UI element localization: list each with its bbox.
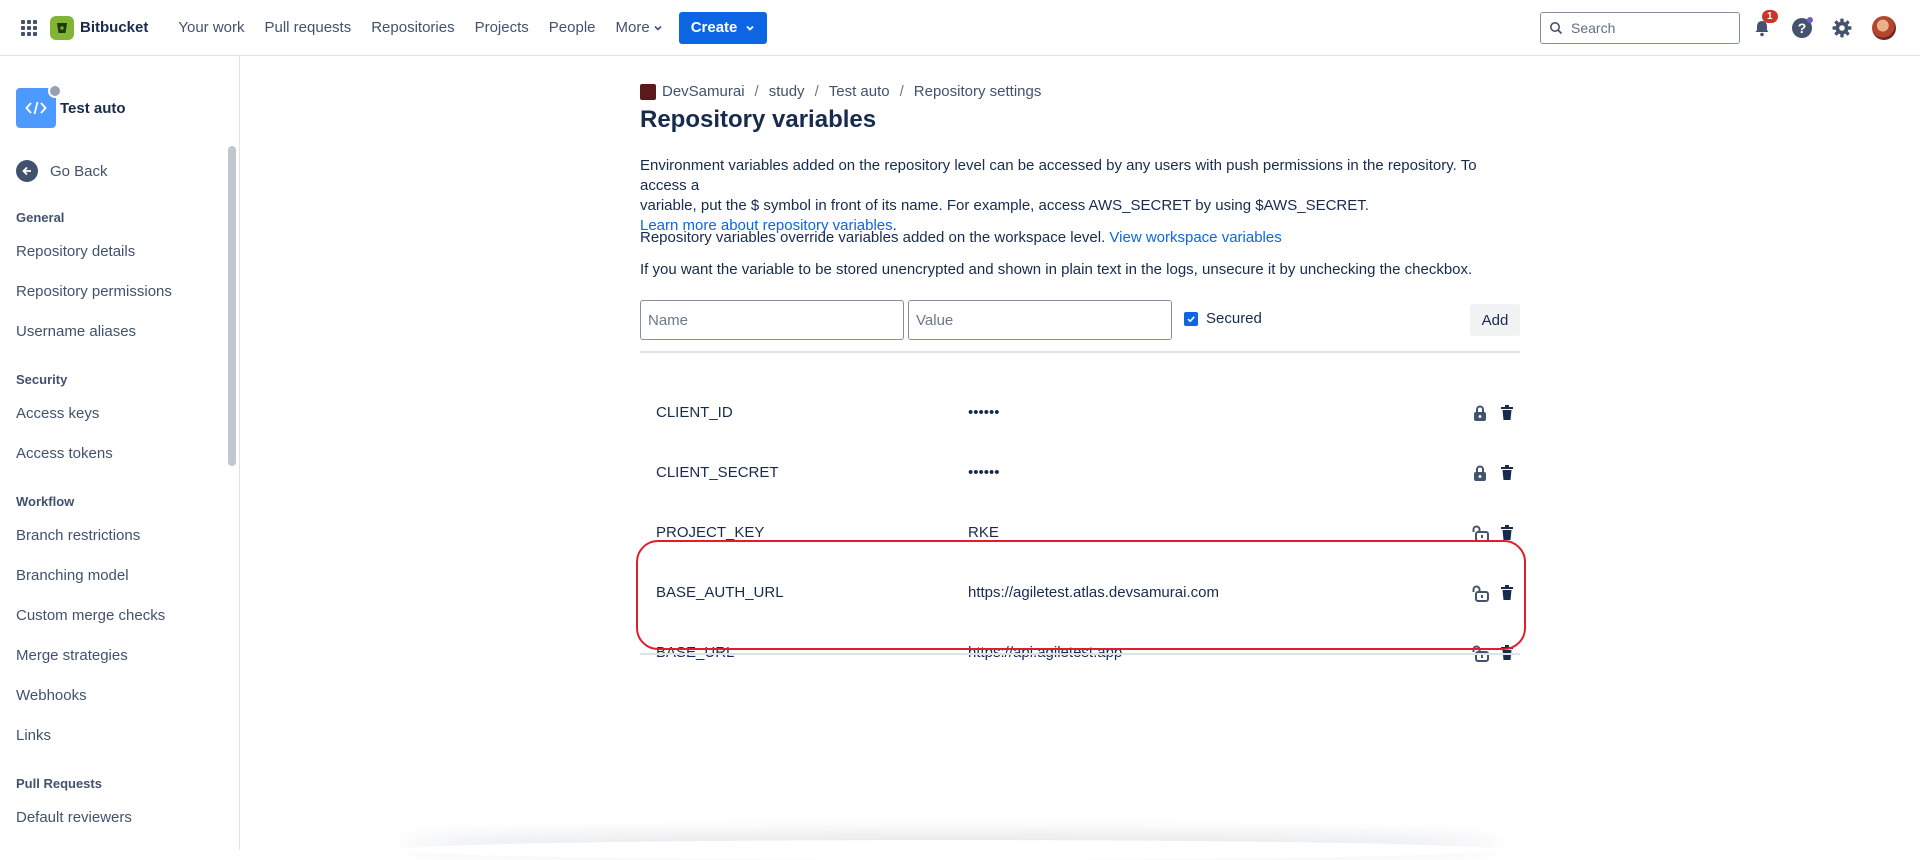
override-text: Repository variables override variables …	[640, 229, 1106, 246]
breadcrumb: DevSamurai / study / Test auto / Reposit…	[640, 83, 1041, 100]
variable-value: ••••••	[968, 404, 1000, 421]
settings-button[interactable]	[1828, 14, 1856, 42]
create-button-label: Create	[690, 19, 738, 36]
divider	[640, 351, 1520, 353]
nav-more-label: More	[615, 19, 650, 36]
lock-icon	[48, 84, 62, 98]
sidebar-item-links[interactable]: Links	[16, 727, 51, 744]
brand-name: Bitbucket	[80, 19, 149, 36]
sidebar-item-access-tokens[interactable]: Access tokens	[16, 445, 113, 462]
code-icon	[16, 84, 62, 128]
variable-value-input[interactable]	[908, 300, 1172, 340]
nav-pull-requests[interactable]: Pull requests	[255, 19, 362, 36]
breadcrumb-separator: /	[754, 83, 759, 100]
sidebar: Test auto Go Back General Repository det…	[0, 56, 240, 850]
variable-name-input[interactable]	[640, 300, 904, 340]
section-general: General	[16, 210, 65, 225]
user-avatar[interactable]	[1872, 16, 1896, 40]
svg-text:?: ?	[1798, 20, 1807, 36]
variable-value: RKE	[968, 524, 999, 541]
lock-icon[interactable]	[1472, 464, 1488, 487]
section-workflow: Workflow	[16, 494, 75, 509]
breadcrumb-project[interactable]: study	[769, 83, 805, 100]
sidebar-item-default-reviewers[interactable]: Default reviewers	[16, 809, 132, 826]
chevron-down-icon	[746, 25, 755, 31]
search-icon	[1550, 22, 1563, 35]
sidebar-item-branch-restrictions[interactable]: Branch restrictions	[16, 527, 140, 544]
trash-icon[interactable]	[1500, 404, 1514, 427]
view-workspace-variables-link[interactable]: View workspace variables	[1109, 229, 1281, 246]
repo-name: Test auto	[60, 99, 126, 117]
section-security: Security	[16, 372, 68, 387]
breadcrumb-separator: /	[899, 83, 904, 100]
notifications-button[interactable]: 1	[1748, 10, 1778, 42]
variable-row: CLIENT_SECRET ••••••	[640, 444, 1520, 504]
nav-more[interactable]: More	[606, 19, 673, 36]
secured-toggle[interactable]: Secured	[1184, 310, 1262, 327]
search-placeholder: Search	[1571, 20, 1616, 36]
sidebar-item-merge-strategies[interactable]: Merge strategies	[16, 647, 128, 664]
sidebar-item-access-keys[interactable]: Access keys	[16, 405, 99, 422]
checkmark-icon	[1187, 315, 1195, 322]
bitbucket-logo-icon	[50, 15, 74, 40]
sidebar-item-webhooks[interactable]: Webhooks	[16, 687, 87, 704]
sidebar-item-repository-details[interactable]: Repository details	[16, 243, 135, 260]
page-title: Repository variables	[640, 106, 877, 133]
highlight-annotation	[636, 540, 1526, 650]
nav-people[interactable]: People	[539, 19, 606, 36]
nav-projects[interactable]: Projects	[465, 19, 539, 36]
go-back-link[interactable]: Go Back	[16, 160, 108, 182]
notification-badge: 1	[1762, 10, 1778, 23]
divider	[640, 653, 1520, 655]
search-input[interactable]: Search	[1540, 12, 1740, 44]
variable-name: CLIENT_SECRET	[656, 464, 779, 481]
breadcrumb-workspace[interactable]: DevSamurai	[662, 83, 745, 100]
variable-row: CLIENT_ID ••••••	[640, 384, 1520, 444]
help-button[interactable]: ?	[1788, 14, 1816, 42]
trash-icon[interactable]	[1500, 464, 1514, 487]
nav-repositories[interactable]: Repositories	[361, 19, 464, 36]
workspace-avatar	[640, 83, 656, 100]
variable-name: CLIENT_ID	[656, 404, 733, 421]
sidebar-item-branching-model[interactable]: Branching model	[16, 567, 129, 584]
create-button[interactable]: Create	[678, 11, 768, 44]
override-paragraph: Repository variables override variables …	[640, 228, 1520, 248]
gear-icon	[1832, 18, 1852, 38]
chevron-down-icon	[654, 25, 662, 31]
sidebar-item-username-aliases[interactable]: Username aliases	[16, 323, 136, 340]
description-line-1: Environment variables added on the repos…	[640, 157, 1477, 194]
description-paragraph: Environment variables added on the repos…	[640, 156, 1520, 236]
add-button[interactable]: Add	[1470, 304, 1520, 336]
secured-label: Secured	[1206, 310, 1262, 327]
sidebar-scrollbar[interactable]	[228, 146, 236, 466]
sidebar-item-repository-permissions[interactable]: Repository permissions	[16, 283, 172, 300]
sidebar-item-custom-merge-checks[interactable]: Custom merge checks	[16, 607, 165, 624]
bitbucket-logo[interactable]: Bitbucket	[50, 15, 149, 40]
description-line-2: variable, put the $ symbol in front of i…	[640, 197, 1369, 214]
variable-value: ••••••	[968, 464, 1000, 481]
repo-header[interactable]: Test auto	[16, 84, 126, 128]
page-shadow	[400, 840, 1500, 860]
arrow-left-icon	[16, 160, 38, 182]
unsecure-paragraph: If you want the variable to be stored un…	[640, 261, 1473, 278]
add-variable-form: Secured Add	[640, 300, 1520, 340]
breadcrumb-settings[interactable]: Repository settings	[914, 83, 1042, 100]
lock-icon[interactable]	[1472, 404, 1488, 427]
secured-checkbox[interactable]	[1184, 311, 1198, 326]
variable-name: PROJECT_KEY	[656, 524, 765, 541]
go-back-label: Go Back	[50, 162, 108, 180]
top-navigation: Bitbucket Your work Pull requests Reposi…	[0, 0, 1920, 56]
help-icon: ?	[1792, 17, 1813, 38]
app-switcher-icon[interactable]	[14, 13, 44, 43]
breadcrumb-separator: /	[814, 83, 819, 100]
nav-your-work[interactable]: Your work	[168, 19, 254, 36]
breadcrumb-repository[interactable]: Test auto	[829, 83, 890, 100]
section-pull-requests: Pull Requests	[16, 776, 102, 791]
